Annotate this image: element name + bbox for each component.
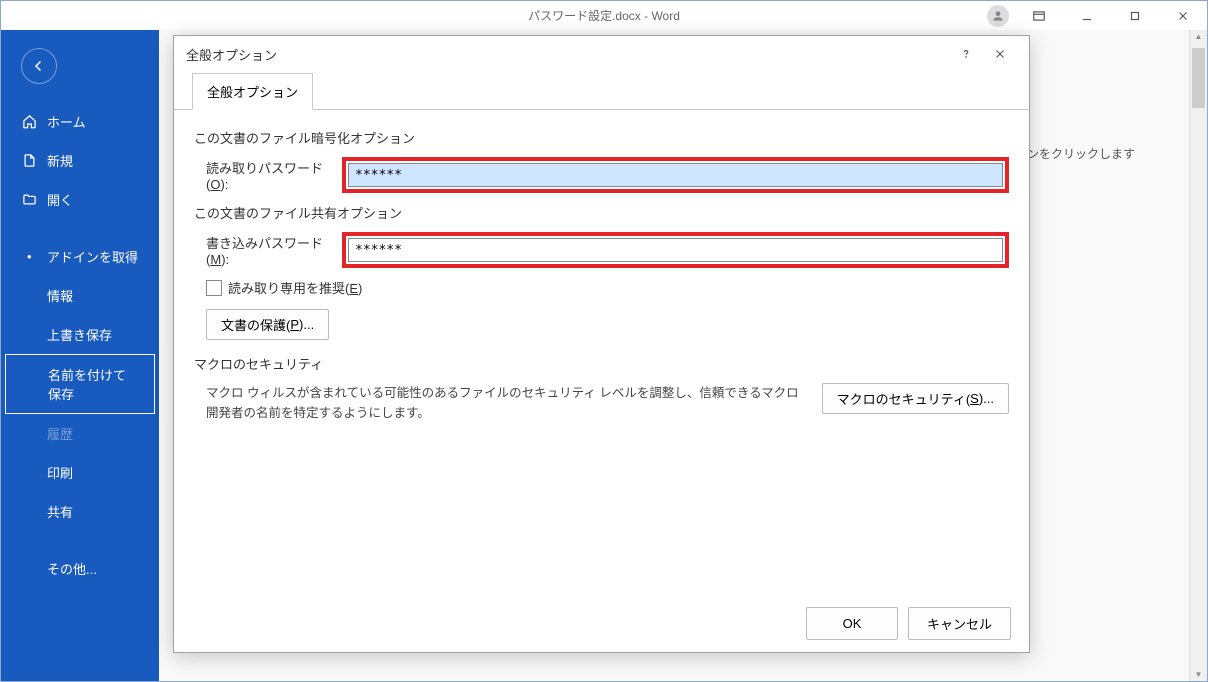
macro-section-heading: マクロのセキュリティ	[194, 354, 1009, 373]
sidebar-item-new[interactable]: 新規	[1, 141, 159, 180]
share-section-heading: この文書のファイル共有オプション	[194, 203, 1009, 222]
readonly-recommended-checkbox[interactable]	[206, 280, 222, 296]
close-window-icon[interactable]	[1161, 2, 1205, 30]
maximize-icon[interactable]	[1113, 2, 1157, 30]
sidebar-item-label: アドインを取得	[47, 247, 138, 266]
sidebar-item-open[interactable]: 開く	[1, 180, 159, 219]
minimize-icon[interactable]	[1065, 2, 1109, 30]
dialog-body: この文書のファイル暗号化オプション 読み取りパスワード(O): この文書のファイ…	[174, 110, 1029, 595]
sidebar-item-share[interactable]: 共有	[1, 492, 159, 531]
encrypt-section-heading: この文書のファイル暗号化オプション	[194, 128, 1009, 147]
macro-security-button[interactable]: マクロのセキュリティ(S)...	[822, 383, 1009, 414]
sidebar-item-addins[interactable]: アドインを取得	[1, 237, 159, 276]
ok-button[interactable]: OK	[806, 607, 898, 640]
dialog-help-icon[interactable]	[949, 39, 983, 69]
sidebar-item-info[interactable]: 情報	[1, 276, 159, 315]
titlebar: パスワード設定.docx - Word	[0, 0, 1208, 30]
sidebar-item-label: 情報	[47, 286, 73, 305]
new-icon	[21, 153, 37, 169]
sidebar-item-label: 開く	[47, 190, 73, 209]
cancel-button[interactable]: キャンセル	[908, 607, 1011, 640]
general-options-dialog: 全般オプション 全般オプション この文書のファイル暗号化オプション 読み取りパス…	[173, 35, 1030, 653]
sidebar-item-home[interactable]: ホーム	[1, 102, 159, 141]
write-password-highlight	[342, 232, 1009, 268]
dialog-titlebar: 全般オプション	[174, 36, 1029, 72]
protect-document-button[interactable]: 文書の保護(P)...	[206, 309, 329, 340]
sidebar-item-save-as[interactable]: 名前を付けて保存	[5, 354, 155, 414]
document-title: パスワード設定.docx - Word	[528, 7, 680, 24]
sidebar-item-label: 共有	[47, 502, 73, 521]
user-avatar-icon[interactable]	[987, 5, 1009, 27]
readonly-recommended-row[interactable]: 読み取り専用を推奨(E)	[206, 278, 1009, 297]
write-password-label: 書き込みパスワード(M):	[206, 233, 342, 267]
dialog-tabs: 全般オプション	[174, 72, 1029, 110]
sidebar-item-label: 印刷	[47, 463, 73, 482]
sidebar-item-other[interactable]: その他...	[1, 549, 159, 588]
sidebar-item-label: 名前を付けて保存	[48, 365, 134, 403]
read-password-highlight	[342, 157, 1009, 193]
write-password-input[interactable]	[348, 238, 1003, 262]
dialog-close-icon[interactable]	[983, 39, 1017, 69]
sidebar-item-label: 新規	[47, 151, 73, 170]
read-password-label: 読み取りパスワード(O):	[206, 158, 342, 192]
dialog-footer: OK キャンセル	[174, 595, 1029, 652]
tab-general-options[interactable]: 全般オプション	[192, 73, 313, 110]
scrollbar-thumb[interactable]	[1192, 48, 1205, 108]
sidebar-item-history: 履歴	[1, 414, 159, 453]
read-password-input[interactable]	[348, 163, 1003, 187]
readonly-recommended-label: 読み取り専用を推奨(E)	[228, 278, 362, 297]
backstage-sidebar: ホーム 新規 開く アドインを取得 情報 上書き保存 名前を付けて保存 履	[1, 30, 159, 681]
content-scrollbar[interactable]	[1189, 30, 1207, 681]
sidebar-item-print[interactable]: 印刷	[1, 453, 159, 492]
back-button[interactable]	[21, 48, 57, 84]
sidebar-item-label: その他...	[47, 559, 97, 578]
open-icon	[21, 192, 37, 208]
sidebar-item-label: ホーム	[47, 112, 86, 131]
sidebar-item-label: 上書き保存	[47, 325, 112, 344]
ribbon-display-icon[interactable]	[1017, 2, 1061, 30]
home-icon	[21, 114, 37, 130]
macro-description: マクロ ウィルスが含まれている可能性のあるファイルのセキュリティ レベルを調整し…	[206, 383, 810, 423]
read-password-row: 読み取りパスワード(O):	[206, 157, 1009, 193]
sidebar-item-label: 履歴	[47, 424, 73, 443]
sidebar-item-save[interactable]: 上書き保存	[1, 315, 159, 354]
macro-row: マクロ ウィルスが含まれている可能性のあるファイルのセキュリティ レベルを調整し…	[206, 383, 1009, 423]
dialog-title: 全般オプション	[186, 45, 949, 64]
write-password-row: 書き込みパスワード(M):	[206, 232, 1009, 268]
